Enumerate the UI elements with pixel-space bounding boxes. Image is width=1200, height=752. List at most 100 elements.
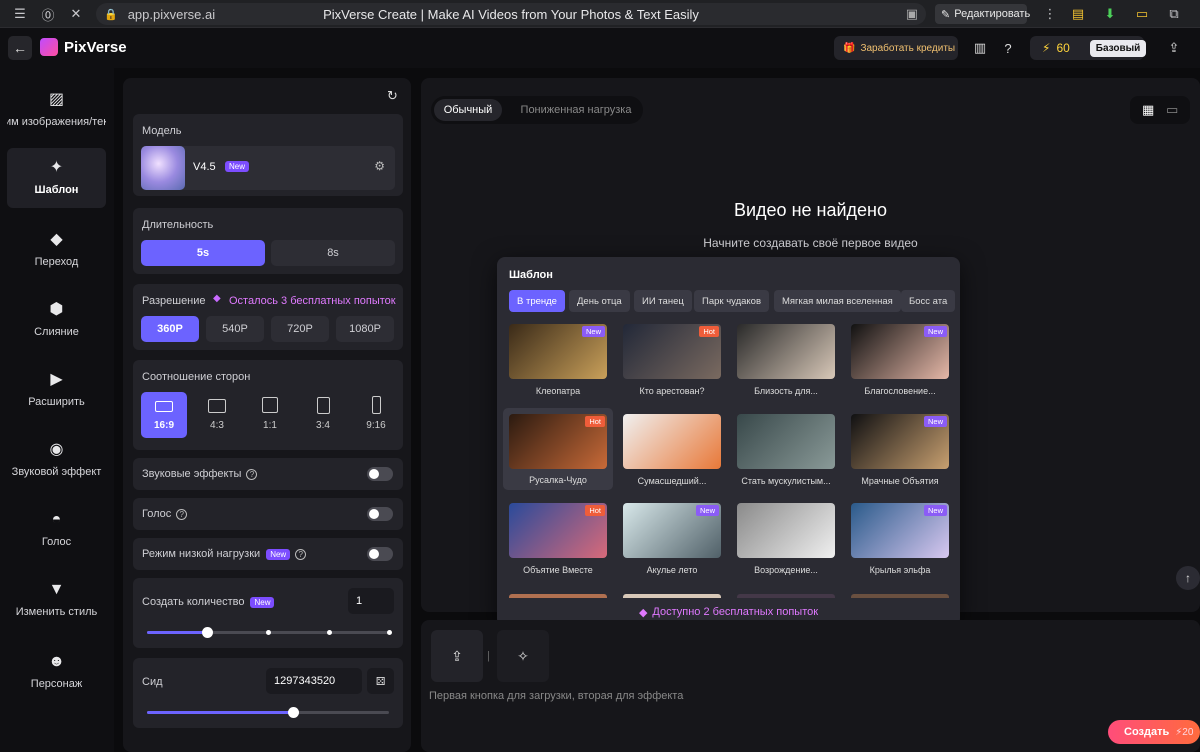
extension-icon[interactable]: ▤ (1068, 4, 1088, 24)
credits-badge[interactable]: ⚡ 60 Базовый (1030, 36, 1147, 60)
category-fathers-day[interactable]: День отца (569, 290, 630, 312)
refresh-icon[interactable]: ↻ (387, 88, 398, 104)
resolution-720p-button[interactable]: 720P (271, 316, 329, 342)
sidebar-item-character[interactable]: ☻ Персонаж (7, 642, 106, 702)
prompt-input[interactable]: Первая кнопка для загрузки, вторая для э… (429, 690, 683, 702)
help-icon[interactable]: ? (295, 548, 307, 560)
sidebar-item-extend[interactable]: ▶ Расширить (7, 360, 106, 420)
list-view-icon[interactable]: ▭ (1166, 102, 1178, 118)
create-button[interactable]: Создать ⚡20 (1108, 720, 1200, 744)
scroll-up-button[interactable]: ↑ (1176, 566, 1200, 590)
template-card[interactable]: New Крылья эльфа (851, 503, 949, 587)
settings-panel: ↻ Модель V4.5 New ⚙ Длительность 5s 8s Р… (123, 78, 411, 752)
category-soft-universe[interactable]: Мягкая милая вселенная (774, 290, 901, 312)
count-card: Создать количество New 1 (133, 578, 403, 648)
browser-more-icon[interactable]: ⋮ (1040, 4, 1060, 24)
effect-button[interactable]: ✧ (497, 630, 549, 682)
sidebar-item-restyle[interactable]: ▼ Изменить стиль (7, 570, 106, 630)
voice-toggle[interactable] (367, 507, 393, 521)
template-card[interactable]: New Благословение... (851, 324, 949, 408)
browser-profile-icon[interactable]: ⓪ (38, 4, 58, 24)
aspect-3-4-button[interactable]: 3:4 (300, 392, 346, 438)
sidebar-item-sound[interactable]: ◉ Звуковой эффект (7, 430, 106, 490)
seed-slider-handle[interactable] (288, 707, 299, 718)
template-card[interactable]: Hot Русалка-Чудо (503, 408, 613, 490)
download-icon[interactable]: ⬇ (1100, 4, 1120, 24)
template-card[interactable]: Сумасшедший... (623, 414, 721, 498)
create-cost-value: 20 (1182, 726, 1194, 738)
model-label: Модель (142, 125, 182, 137)
aspect-1-1-button[interactable]: 1:1 (247, 392, 293, 438)
aspect-16-9-button[interactable]: 16:9 (141, 392, 187, 438)
category-boss-attack[interactable]: Босс ата (901, 290, 956, 312)
sidebar-item-transition[interactable]: ◆ Переход (7, 220, 106, 280)
low-load-toggle[interactable] (367, 547, 393, 561)
template-card[interactable]: Hot Кто арестован? (623, 324, 721, 408)
sidebar-item-voice[interactable]: ◓ Голос (7, 500, 106, 560)
address-bar[interactable]: 🔒 app.pixverse.ai PixVerse Create | Make… (96, 3, 926, 25)
help-icon[interactable]: ? (176, 508, 188, 520)
duration-8s-button[interactable]: 8s (271, 240, 395, 266)
browser-menu-icon[interactable]: ☰ (10, 4, 30, 24)
duration-label: Длительность (142, 219, 214, 231)
count-input[interactable]: 1 (348, 588, 394, 614)
category-weird-park[interactable]: Парк чудаков (694, 290, 769, 312)
aspect-4-3-icon (208, 399, 226, 413)
help-icon[interactable]: ? (998, 38, 1018, 58)
template-card[interactable]: Близость для... (737, 324, 835, 408)
count-slider-fill (147, 631, 207, 634)
resolution-360p-button[interactable]: 360P (141, 316, 199, 342)
close-tab-icon[interactable]: ✕ (66, 4, 86, 24)
sound-effects-toggle[interactable] (367, 467, 393, 481)
template-name: Близость для... (754, 386, 818, 396)
template-card[interactable]: Hot Объятие Вместе (509, 503, 607, 587)
sidebar-toggle-icon[interactable]: ⧉ (1164, 4, 1184, 24)
template-card[interactable]: New Клеопатра (509, 324, 607, 408)
resolution-540p-button[interactable]: 540P (206, 316, 264, 342)
template-name: Благословение... (864, 386, 936, 396)
back-button[interactable]: ← (8, 36, 32, 60)
seed-slider-track[interactable] (147, 707, 389, 718)
template-name: Русалка-Чудо (529, 475, 587, 485)
aspect-4-3-button[interactable]: 4:3 (194, 392, 240, 438)
aspect-9-16-button[interactable]: 9:16 (353, 392, 399, 438)
sliders-icon[interactable]: ⚙ (374, 159, 385, 173)
category-ai-dance[interactable]: ИИ танец (634, 290, 692, 312)
count-slider-handle[interactable] (202, 627, 213, 638)
voice-row: Голос? (133, 498, 403, 530)
help-icon[interactable]: ? (246, 468, 258, 480)
count-slider-track[interactable] (147, 627, 392, 638)
brand-logo[interactable]: PixVerse (40, 38, 127, 56)
grid-view-icon[interactable]: ▦ (1142, 102, 1154, 118)
template-card[interactable]: Возрождение... (737, 503, 835, 587)
book-icon[interactable]: ▥ (970, 38, 990, 58)
sidebar-item-label: Слияние (34, 326, 79, 338)
sidebar-item-fusion[interactable]: ⬢ Слияние (7, 290, 106, 350)
sidebar-item-template[interactable]: ✦ Шаблон (7, 148, 106, 208)
sidebar-item-image-text[interactable]: ▨ им изображения/тек (7, 80, 106, 140)
template-thumbnail: New (851, 503, 949, 558)
upload-button[interactable]: ⇪ (431, 630, 483, 682)
tab-normal[interactable]: Обычный (434, 99, 502, 121)
template-badge: New (695, 505, 719, 516)
resolution-1080p-button[interactable]: 1080P (336, 316, 394, 342)
template-card[interactable]: Стать мускулистым... (737, 414, 835, 498)
duration-5s-button[interactable]: 5s (141, 240, 265, 266)
edit-button[interactable]: ✎ Редактировать (935, 4, 1030, 24)
low-load-label: Режим низкой нагрузки New? (142, 548, 307, 560)
sidebar-item-label: Изменить стиль (15, 606, 98, 618)
bookmark-icon[interactable]: ▣ (906, 6, 918, 22)
category-trending[interactable]: В тренде (509, 290, 565, 312)
model-selector[interactable]: V4.5 New ⚙ (141, 146, 395, 190)
earn-credits-label: Заработать кредиты (860, 42, 956, 54)
earn-credits-button[interactable]: 🎁 Заработать кредиты (834, 36, 958, 60)
count-text: Создать количество (142, 596, 245, 608)
tab-low-load[interactable]: Пониженная нагрузка (511, 99, 641, 121)
seed-input[interactable]: 1297343520 (266, 668, 362, 694)
template-badge: New (581, 326, 605, 337)
template-card[interactable]: New Акулье лето (623, 503, 721, 587)
notification-icon[interactable]: ⇪ (1164, 38, 1184, 58)
sidebar-item-label: Расширить (28, 396, 85, 408)
dice-button[interactable]: ⚄ (367, 668, 394, 694)
template-card[interactable]: New Мрачные Объятия (851, 414, 949, 498)
